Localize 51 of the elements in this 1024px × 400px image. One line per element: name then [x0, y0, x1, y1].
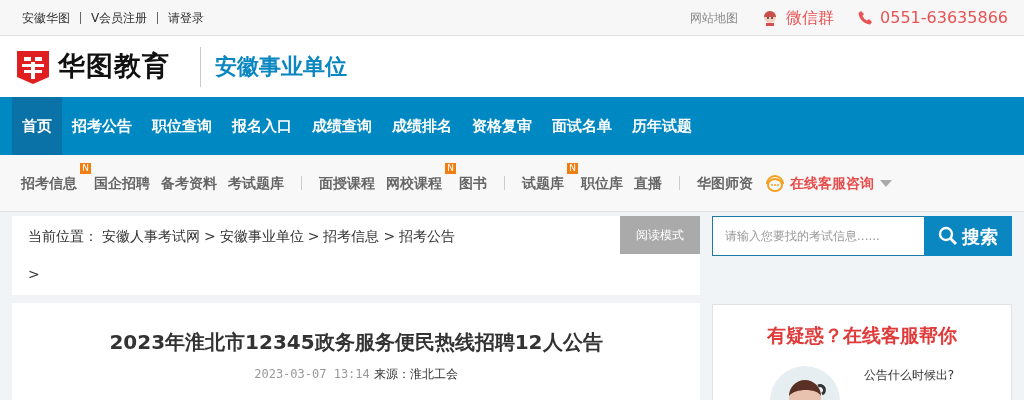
article-title: 2023年淮北市12345政务服务便民热线招聘12人公告	[108, 329, 604, 356]
sub-nav-link[interactable]: 面授课程	[319, 172, 375, 194]
top-link[interactable]: 安徽华图	[22, 8, 70, 27]
headset-icon	[764, 173, 786, 193]
new-badge: N	[567, 162, 578, 174]
logo-icon	[16, 49, 50, 84]
sub-nav-link[interactable]: 职位库	[581, 172, 623, 194]
sub-nav-link[interactable]: 考试题库	[228, 172, 284, 194]
breadcrumb-link[interactable]: 安徽人事考试网	[102, 225, 200, 247]
wechat-group-link[interactable]: 微信群	[786, 5, 835, 30]
breadcrumb-separator: >	[28, 265, 38, 284]
caret-icon	[880, 179, 892, 187]
breadcrumb-separator: >	[383, 226, 396, 246]
phone-number: 0551-63635866	[880, 6, 1008, 29]
nav-tab[interactable]: 资格复审	[462, 97, 542, 155]
nav-tab[interactable]: 报名入口	[222, 97, 302, 155]
nav-tab[interactable]: 历年试题	[622, 97, 702, 155]
phone-icon	[858, 10, 873, 25]
sub-nav-link[interactable]: 华图师资	[697, 172, 753, 194]
help-question: 公告什么时候出?	[863, 366, 955, 384]
nav-tab[interactable]: 面试名单	[542, 97, 622, 155]
logo-text: 华图教育	[58, 49, 170, 84]
breadcrumb-link[interactable]: 招考信息	[323, 225, 380, 247]
search-icon	[938, 226, 958, 246]
new-badge: N	[80, 162, 91, 174]
breadcrumb-separator: >	[307, 226, 320, 246]
sub-nav-link[interactable]: 直播	[634, 172, 662, 194]
sub-nav-link[interactable]: 备考资料	[161, 172, 217, 194]
breadcrumb-link[interactable]: 安徽事业单位	[219, 225, 304, 247]
nav-tab[interactable]: 职位查询	[142, 97, 222, 155]
site-name: 安徽事业单位	[215, 53, 347, 81]
sub-nav-link[interactable]: 国企招聘	[94, 172, 150, 194]
sub-nav-link[interactable]: 图书	[459, 172, 487, 194]
new-badge: N	[445, 162, 456, 174]
site-map-link[interactable]: 网站地图	[690, 8, 739, 27]
breadcrumb-label: 当前位置：	[28, 226, 98, 246]
nav-tab[interactable]: 成绩查询	[302, 97, 382, 155]
breadcrumb-separator: >	[204, 226, 216, 246]
nav-tab[interactable]: 招考公告	[62, 97, 142, 155]
breadcrumb-link[interactable]: 招考公告	[399, 225, 456, 247]
top-link[interactable]: V会员注册	[91, 8, 148, 27]
top-link[interactable]: 请登录	[168, 8, 205, 27]
nav-tab[interactable]: 首页	[12, 97, 62, 155]
help-title: 有疑惑？在线客服帮你	[766, 323, 958, 348]
nav-tab[interactable]: 成绩排名	[382, 97, 462, 155]
search-field[interactable]: 请输入您要找的考试信息...... 搜索	[712, 216, 1012, 256]
search-button[interactable]: 搜索	[924, 216, 1012, 256]
article-date: 2023-03-07 13:14	[254, 366, 370, 383]
mascot-icon	[762, 9, 779, 26]
online-service-link[interactable]: 在线客服咨询	[790, 172, 874, 194]
article-source: 来源：淮北工会	[373, 366, 458, 383]
